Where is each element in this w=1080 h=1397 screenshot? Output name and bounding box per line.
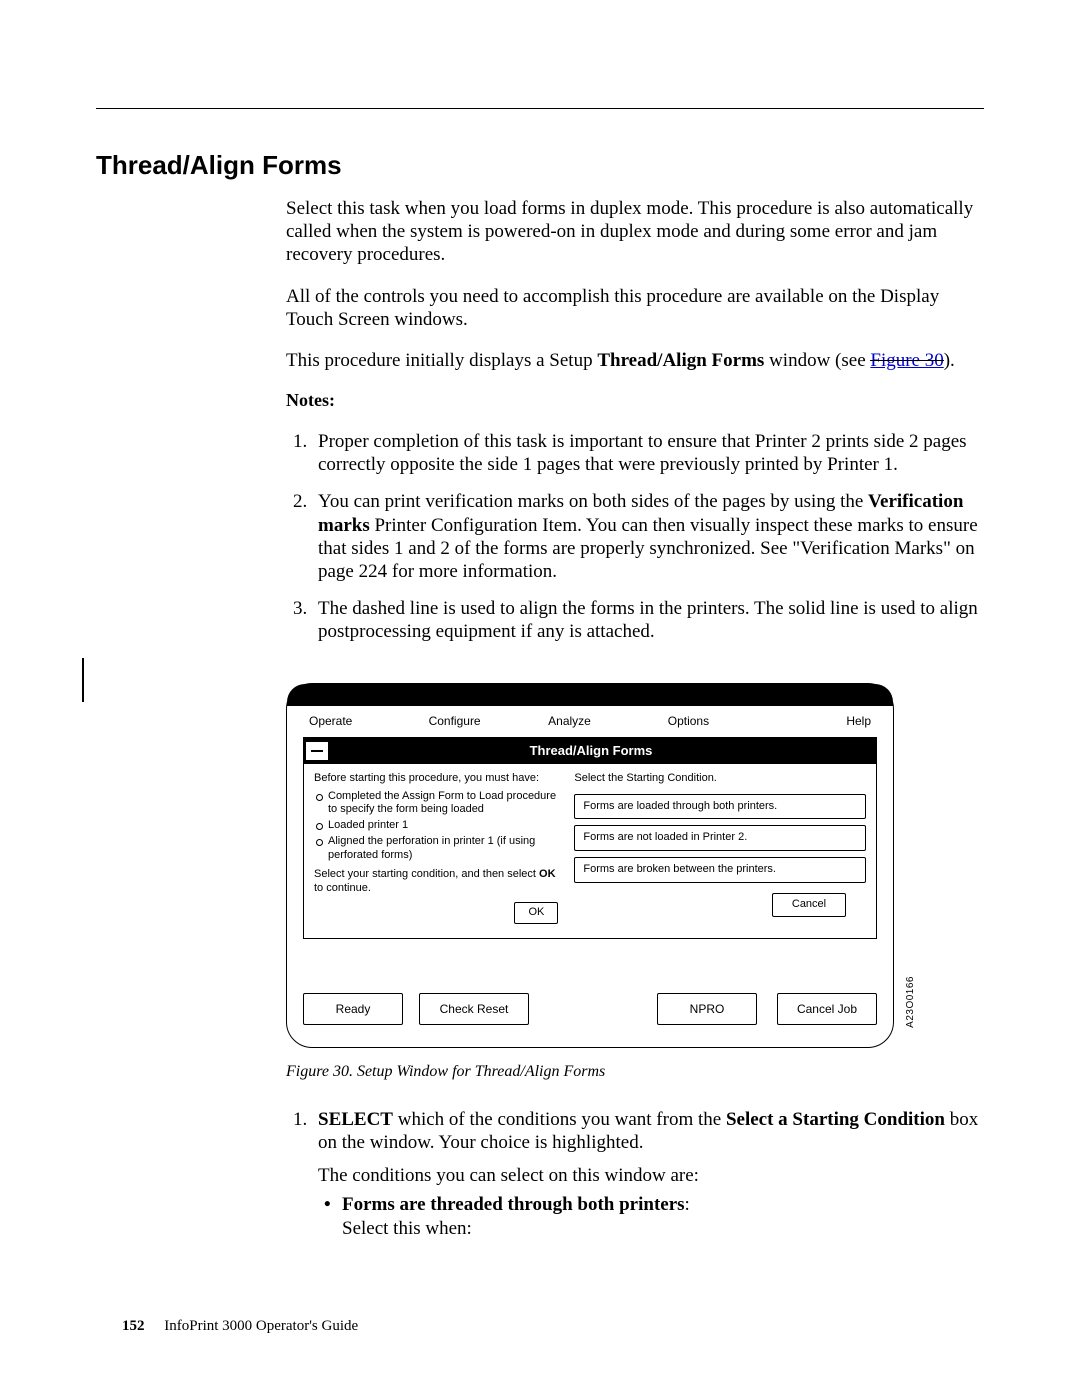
window-titlebar [287, 684, 893, 706]
ok-button[interactable]: OK [514, 902, 558, 924]
note-3: The dashed line is used to align the for… [312, 597, 984, 643]
change-bar [82, 658, 84, 702]
npro-button[interactable]: NPRO [657, 993, 757, 1026]
bottom-button-row: Ready Check Reset NPRO Cancel Job [303, 993, 877, 1026]
dialog-options-panel: Select the Starting Condition. Forms are… [574, 772, 866, 924]
menu-configure[interactable]: Configure [429, 714, 549, 729]
touchscreen-window: Operate Configure Analyze Options Help T… [286, 683, 894, 1048]
cancel-job-button[interactable]: Cancel Job [777, 993, 877, 1026]
dlg-left-outro: Select your starting condition, and then… [314, 868, 562, 896]
dlg-left-b3: Aligned the perforation in printer 1 (if… [328, 835, 562, 863]
page-footer: 152 InfoPrint 3000 Operator's Guide [122, 1318, 358, 1335]
notes-label: Notes: [286, 390, 984, 412]
ready-button[interactable]: Ready [303, 993, 403, 1026]
step-1: SELECT which of the conditions you want … [312, 1108, 984, 1240]
step1-select: SELECT [318, 1109, 393, 1130]
intro-para-2: All of the controls you need to accompli… [286, 285, 984, 331]
step1-c: Select a Starting Condition [726, 1109, 945, 1130]
p3-seg-a: This procedure initially displays a Setu… [286, 350, 597, 371]
dlg-left-intro: Before starting this procedure, you must… [314, 772, 562, 786]
menu-options[interactable]: Options [668, 714, 788, 729]
p3-seg-d: ). [944, 350, 955, 371]
dialog-title: Thread/Align Forms [328, 743, 876, 759]
option-both-printers[interactable]: Forms are loaded through both printers. [574, 794, 866, 820]
dialog-thread-align: Thread/Align Forms Before starting this … [303, 737, 877, 939]
dialog-titlebar: Thread/Align Forms [304, 738, 876, 764]
procedure-steps: SELECT which of the conditions you want … [286, 1108, 984, 1240]
figure-caption: Figure 30. Setup Window for Thread/Align… [286, 1062, 984, 1082]
figure-30-link[interactable]: Figure 30 [870, 349, 943, 372]
book-title: InfoPrint 3000 Operator's Guide [164, 1318, 358, 1334]
dlg-left-b1: Completed the Assign Form to Load proced… [328, 790, 562, 818]
option-broken-between[interactable]: Forms are broken between the printers. [574, 857, 866, 883]
dlg-left-b2: Loaded printer 1 [328, 819, 562, 833]
notes-list: Proper completion of this task is import… [286, 430, 984, 643]
figure-code: A23O0166 [905, 976, 917, 1028]
note-2-a: You can print verification marks on both… [318, 491, 868, 512]
check-reset-button[interactable]: Check Reset [419, 993, 529, 1026]
section-heading: Thread/Align Forms [96, 150, 984, 181]
step1-b1-text: Forms are threaded through both printers [342, 1194, 685, 1215]
intro-para-1: Select this task when you load forms in … [286, 197, 984, 267]
note-1: Proper completion of this task is import… [312, 430, 984, 476]
menu-analyze[interactable]: Analyze [548, 714, 668, 729]
step1-b1-suffix: : [685, 1194, 690, 1215]
dialog-instructions: Before starting this procedure, you must… [314, 772, 562, 924]
step1-line2: The conditions you can select on this wi… [318, 1164, 984, 1187]
dlg-left-out-a: Select your starting condition, and then… [314, 868, 539, 880]
system-menu-icon[interactable] [306, 742, 328, 760]
dlg-left-out-b: to continue. [314, 882, 371, 894]
step1-b: which of the conditions you want from th… [393, 1109, 726, 1130]
rule-top [96, 108, 984, 109]
p3-seg-c: window (see [764, 350, 870, 371]
step1-bullet1: Forms are threaded through both printers… [342, 1193, 984, 1239]
note-2: You can print verification marks on both… [312, 490, 984, 583]
step1-b1-line2: Select this when: [342, 1217, 984, 1240]
dlg-left-out-bold: OK [539, 868, 556, 880]
menu-operate[interactable]: Operate [309, 714, 429, 729]
figure-30: Operate Configure Analyze Options Help T… [286, 683, 984, 1082]
select-condition-label: Select the Starting Condition. [574, 772, 866, 786]
option-not-loaded-p2[interactable]: Forms are not loaded in Printer 2. [574, 825, 866, 851]
menu-help[interactable]: Help [787, 714, 871, 729]
intro-para-3: This procedure initially displays a Setu… [286, 349, 984, 372]
menu-bar: Operate Configure Analyze Options Help [303, 710, 877, 737]
note-2-c: Printer Configuration Item. You can then… [318, 515, 978, 582]
cancel-button[interactable]: Cancel [772, 893, 846, 917]
page-number: 152 [122, 1318, 145, 1334]
p3-bold: Thread/Align Forms [597, 350, 764, 371]
